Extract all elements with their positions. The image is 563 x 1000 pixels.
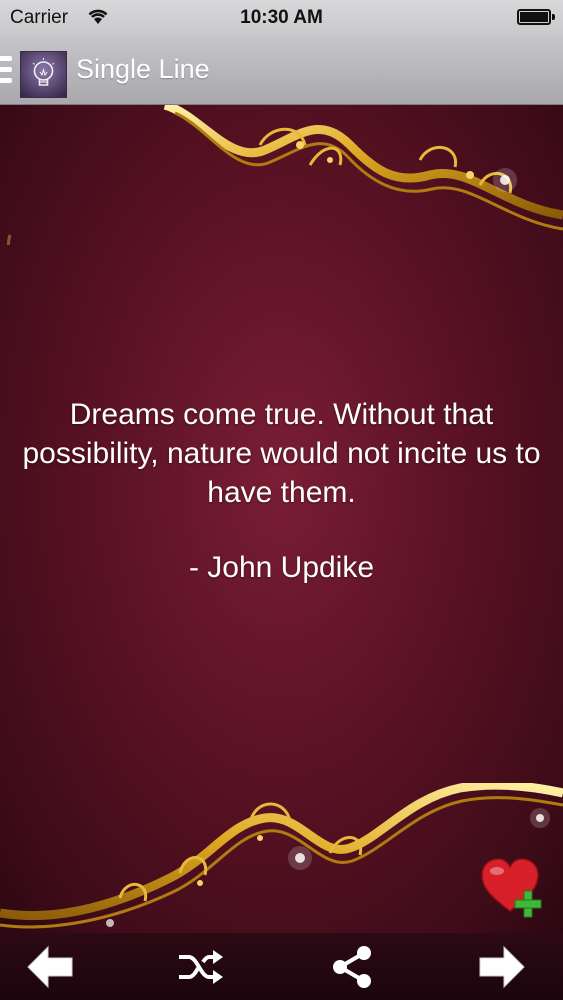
bottom-ornament-decoration [0, 783, 563, 929]
heart-plus-icon [481, 858, 542, 918]
add-favorite-button[interactable] [480, 857, 548, 919]
battery-icon [517, 9, 555, 25]
status-bar: Carrier 10:30 AM [0, 0, 563, 36]
quote-card: Dreams come true. Without that possibili… [0, 105, 563, 933]
share-icon [333, 946, 371, 988]
lightbulb-icon[interactable] [20, 51, 67, 98]
next-button[interactable] [476, 941, 528, 993]
arrow-right-icon [479, 945, 525, 989]
hamburger-menu-icon[interactable] [0, 56, 12, 84]
previous-button[interactable] [24, 941, 76, 993]
clock: 10:30 AM [240, 7, 323, 28]
navigation-bar: Single Line [0, 36, 563, 105]
top-ornament-decoration [6, 105, 563, 245]
bottom-toolbar [0, 933, 563, 1000]
share-button[interactable] [326, 941, 378, 993]
page-title: Single Line [76, 54, 210, 84]
quote-author: - John Updike [188, 551, 375, 584]
shuffle-icon [179, 950, 223, 984]
quote-text: Dreams come true. Without that possibili… [22, 398, 541, 509]
arrow-left-icon [27, 945, 73, 989]
shuffle-button[interactable] [175, 941, 227, 993]
